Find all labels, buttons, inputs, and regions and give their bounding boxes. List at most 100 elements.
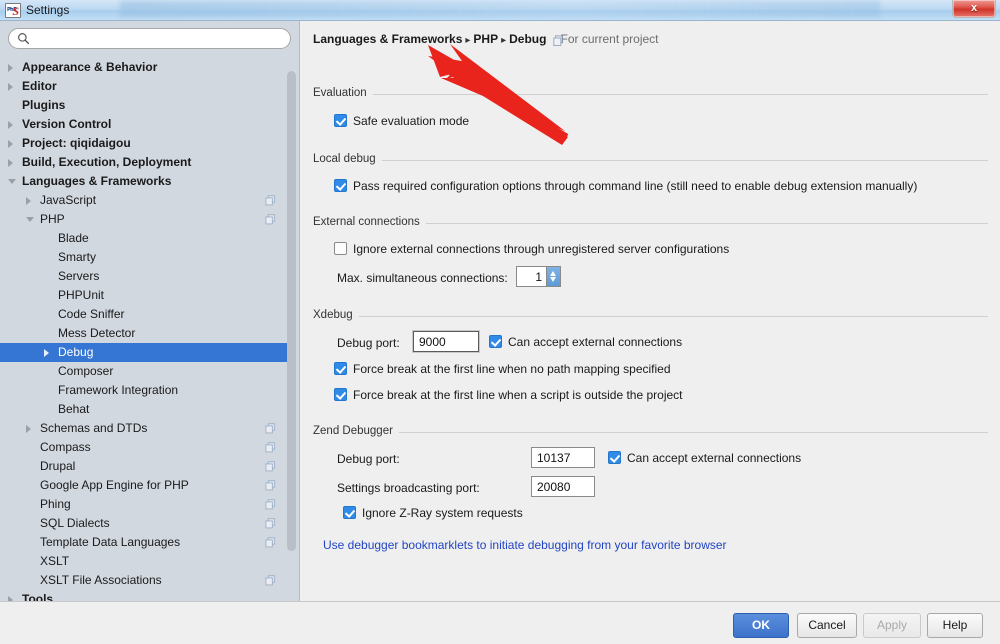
copy-settings-icon[interactable] bbox=[265, 480, 276, 491]
settings-dialog: PhPS Settings x Appearance & BehaviorEdi… bbox=[0, 0, 1000, 644]
sidebar-item-code-sniffer[interactable]: Code Sniffer bbox=[0, 305, 290, 324]
sidebar-item-tools[interactable]: Tools bbox=[0, 590, 290, 601]
sidebar-item-php[interactable]: PHP bbox=[0, 210, 290, 229]
copy-settings-icon[interactable] bbox=[265, 195, 276, 206]
settings-tree[interactable]: Appearance & BehaviorEditorPluginsVersio… bbox=[0, 58, 290, 601]
sidebar-item-phing[interactable]: Phing bbox=[0, 495, 290, 514]
sidebar-item-version-control[interactable]: Version Control bbox=[0, 115, 290, 134]
breadcrumb-part-languages[interactable]: Languages & Frameworks bbox=[313, 32, 462, 46]
max-connections-stepper-buttons[interactable] bbox=[546, 266, 561, 287]
zend-debug-port-label: Debug port: bbox=[337, 452, 400, 466]
copy-settings-icon[interactable] bbox=[265, 461, 276, 472]
chevron-down-icon[interactable] bbox=[26, 217, 34, 226]
force-break-outside-project-checkbox-row[interactable]: Force break at the first line when a scr… bbox=[334, 388, 683, 402]
settings-main-panel: Languages & Frameworks▸PHP▸DebugFor curr… bbox=[301, 21, 1000, 601]
sidebar-item-compass[interactable]: Compass bbox=[0, 438, 290, 457]
sidebar-item-behat[interactable]: Behat bbox=[0, 400, 290, 419]
section-local-debug-title: Local debug bbox=[313, 153, 382, 165]
sidebar-item-project-qiqidaigou[interactable]: Project: qiqidaigou bbox=[0, 134, 290, 153]
safe-evaluation-mode-checkbox-row[interactable]: Safe evaluation mode bbox=[334, 114, 469, 128]
ignore-external-connections-checkbox-row[interactable]: Ignore external connections through unre… bbox=[334, 242, 729, 256]
zend-can-accept-checkbox-row[interactable]: Can accept external connections bbox=[608, 451, 801, 465]
sidebar-item-xslt[interactable]: XSLT bbox=[0, 552, 290, 571]
pass-required-options-checkbox-row[interactable]: Pass required configuration options thro… bbox=[334, 179, 917, 193]
sidebar-item-javascript[interactable]: JavaScript bbox=[0, 191, 290, 210]
stepper-down-icon[interactable] bbox=[550, 277, 556, 282]
debugger-bookmarklets-link[interactable]: Use debugger bookmarklets to initiate de… bbox=[323, 538, 727, 552]
ok-button[interactable]: OK bbox=[733, 613, 789, 638]
search-input[interactable] bbox=[8, 28, 291, 49]
chevron-right-icon[interactable] bbox=[8, 140, 13, 148]
force-break-no-mapping-checkbox-row[interactable]: Force break at the first line when no pa… bbox=[334, 362, 671, 376]
sidebar-item-xslt-file-associations[interactable]: XSLT File Associations bbox=[0, 571, 290, 590]
sidebar-item-blade[interactable]: Blade bbox=[0, 229, 290, 248]
chevron-right-icon[interactable] bbox=[8, 83, 13, 91]
zend-debug-port-input[interactable] bbox=[531, 447, 595, 468]
sidebar-scrollbar-thumb[interactable] bbox=[287, 71, 296, 551]
close-icon[interactable]: x bbox=[952, 0, 996, 18]
chevron-right-icon[interactable] bbox=[26, 425, 31, 433]
copy-settings-icon[interactable] bbox=[265, 214, 276, 225]
project-scope-icon bbox=[553, 35, 565, 47]
breadcrumb-part-debug[interactable]: Debug bbox=[509, 32, 546, 46]
title-bar: PhPS Settings x bbox=[0, 0, 1000, 21]
copy-settings-icon[interactable] bbox=[265, 518, 276, 529]
sidebar-item-google-app-engine-for-php[interactable]: Google App Engine for PHP bbox=[0, 476, 290, 495]
sidebar-item-label: Template Data Languages bbox=[40, 533, 180, 552]
ignore-zray-checkbox-row[interactable]: Ignore Z-Ray system requests bbox=[343, 506, 523, 520]
sidebar-item-smarty[interactable]: Smarty bbox=[0, 248, 290, 267]
section-xdebug: Xdebug bbox=[313, 309, 988, 323]
ignore-external-connections-checkbox[interactable] bbox=[334, 242, 347, 255]
copy-settings-icon[interactable] bbox=[265, 423, 276, 434]
safe-evaluation-mode-checkbox[interactable] bbox=[334, 114, 347, 127]
xdebug-can-accept-checkbox[interactable] bbox=[489, 335, 502, 348]
copy-settings-icon[interactable] bbox=[265, 442, 276, 453]
zend-can-accept-checkbox[interactable] bbox=[608, 451, 621, 464]
sidebar-item-label: Tools bbox=[22, 590, 53, 601]
sidebar-item-appearance-behavior[interactable]: Appearance & Behavior bbox=[0, 58, 290, 77]
section-zend-debugger: Zend Debugger bbox=[313, 425, 988, 439]
copy-settings-icon[interactable] bbox=[265, 499, 276, 510]
sidebar-item-debug[interactable]: Debug bbox=[0, 343, 290, 362]
sidebar-item-label: Version Control bbox=[22, 115, 111, 134]
sidebar-item-composer[interactable]: Composer bbox=[0, 362, 290, 381]
sidebar-item-phpunit[interactable]: PHPUnit bbox=[0, 286, 290, 305]
pass-required-options-checkbox[interactable] bbox=[334, 179, 347, 192]
chevron-right-icon[interactable] bbox=[26, 197, 31, 205]
sidebar-item-mess-detector[interactable]: Mess Detector bbox=[0, 324, 290, 343]
sidebar-item-template-data-languages[interactable]: Template Data Languages bbox=[0, 533, 290, 552]
sidebar-item-plugins[interactable]: Plugins bbox=[0, 96, 290, 115]
sidebar-item-servers[interactable]: Servers bbox=[0, 267, 290, 286]
breadcrumb-separator-2: ▸ bbox=[501, 35, 506, 46]
xdebug-can-accept-checkbox-row[interactable]: Can accept external connections bbox=[489, 335, 682, 349]
zend-broadcasting-port-input[interactable] bbox=[531, 476, 595, 497]
chevron-right-icon[interactable] bbox=[8, 159, 13, 167]
help-button[interactable]: Help bbox=[927, 613, 983, 638]
max-connections-stepper[interactable] bbox=[516, 266, 561, 287]
section-xdebug-title: Xdebug bbox=[313, 309, 359, 321]
breadcrumb-part-php[interactable]: PHP bbox=[473, 32, 498, 46]
sidebar-item-build-execution-deployment[interactable]: Build, Execution, Deployment bbox=[0, 153, 290, 172]
chevron-right-icon[interactable] bbox=[44, 349, 49, 357]
copy-settings-icon[interactable] bbox=[265, 537, 276, 548]
chevron-down-icon[interactable] bbox=[8, 179, 16, 188]
section-zend-debugger-rule bbox=[313, 432, 988, 433]
breadcrumb-separator-1: ▸ bbox=[465, 35, 470, 46]
sidebar-item-languages-frameworks[interactable]: Languages & Frameworks bbox=[0, 172, 290, 191]
ignore-zray-checkbox[interactable] bbox=[343, 506, 356, 519]
chevron-right-icon[interactable] bbox=[8, 121, 13, 129]
sidebar-item-editor[interactable]: Editor bbox=[0, 77, 290, 96]
sidebar-item-framework-integration[interactable]: Framework Integration bbox=[0, 381, 290, 400]
force-break-outside-project-checkbox[interactable] bbox=[334, 388, 347, 401]
copy-settings-icon[interactable] bbox=[265, 575, 276, 586]
chevron-right-icon[interactable] bbox=[8, 64, 13, 72]
cancel-button[interactable]: Cancel bbox=[797, 613, 857, 638]
stepper-up-icon[interactable] bbox=[550, 271, 556, 276]
max-connections-input[interactable] bbox=[516, 266, 546, 287]
xdebug-debug-port-input[interactable] bbox=[413, 331, 479, 352]
settings-sidebar: Appearance & BehaviorEditorPluginsVersio… bbox=[0, 21, 300, 601]
sidebar-item-drupal[interactable]: Drupal bbox=[0, 457, 290, 476]
sidebar-item-schemas-and-dtds[interactable]: Schemas and DTDs bbox=[0, 419, 290, 438]
force-break-no-mapping-checkbox[interactable] bbox=[334, 362, 347, 375]
sidebar-item-sql-dialects[interactable]: SQL Dialects bbox=[0, 514, 290, 533]
